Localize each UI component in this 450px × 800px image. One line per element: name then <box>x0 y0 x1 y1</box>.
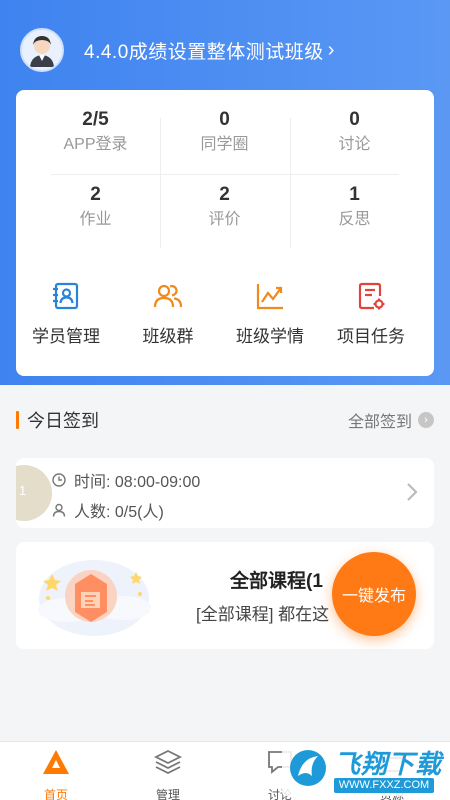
group-icon <box>152 280 184 312</box>
stat-evaluation[interactable]: 2 评价 <box>160 183 289 243</box>
section-title: 今日签到 <box>16 407 99 433</box>
clock-icon <box>52 473 66 487</box>
tab-manage[interactable]: 管理 <box>112 748 224 800</box>
stat-discussion[interactable]: 0 讨论 <box>290 108 419 168</box>
task-settings-icon <box>355 280 387 312</box>
layers-icon <box>153 748 183 776</box>
tab-label: 管理 <box>155 788 180 800</box>
all-signin-label: 全部签到 <box>347 414 412 431</box>
person-icon <box>52 503 66 517</box>
signin-time-row: 时间: 08:00-09:00 <box>52 468 200 492</box>
signin-count-row: 人数: 0/5(人) <box>52 498 164 522</box>
tab-label: 首页 <box>43 788 68 800</box>
watermark-brand: 飞翔下载 <box>334 749 443 779</box>
section-accent-bar <box>16 411 19 429</box>
avatar[interactable] <box>20 28 64 72</box>
badge-number: 1 <box>19 483 27 498</box>
stat-value: 0 <box>349 109 360 130</box>
stat-homework[interactable]: 2 作业 <box>31 183 160 243</box>
stat-reflection[interactable]: 1 反思 <box>290 183 419 243</box>
course-illustration-icon <box>38 560 151 636</box>
chevron-right-icon: › <box>327 38 335 61</box>
section-title-text: 今日签到 <box>27 411 99 431</box>
home-icon <box>42 748 70 776</box>
stat-label: 同学圈 <box>200 136 249 153</box>
divider <box>290 118 291 248</box>
stats-card: 2/5 APP登录 0 同学圈 0 讨论 2 作业 2 评价 1 反思 学员管理… <box>16 90 434 376</box>
course-title: 全部课程(1 <box>230 571 323 592</box>
divider <box>160 118 161 248</box>
stat-value: 2 <box>219 184 230 205</box>
class-title: 4.4.0成绩设置整体测试班级 <box>84 41 324 63</box>
stat-label: 评价 <box>208 211 241 228</box>
quick-project-tasks[interactable]: 项目任务 <box>311 280 431 347</box>
stat-label: APP登录 <box>63 136 128 153</box>
quick-label: 项目任务 <box>337 327 405 346</box>
stat-label: 讨论 <box>338 136 371 153</box>
student-card-icon <box>50 280 82 312</box>
stat-classmates-circle[interactable]: 0 同学圈 <box>160 108 289 168</box>
chart-line-icon <box>254 280 286 312</box>
class-header[interactable]: 4.4.0成绩设置整体测试班级 › <box>20 28 334 72</box>
stat-value: 0 <box>219 109 230 130</box>
signin-count: 人数: 0/5(人) <box>74 504 164 521</box>
stat-value: 1 <box>349 184 360 205</box>
stat-label: 作业 <box>79 211 112 228</box>
watermark-logo-icon <box>290 750 326 786</box>
stat-label: 反思 <box>338 211 371 228</box>
divider <box>51 174 399 175</box>
publish-fab-button[interactable]: 一键发布 <box>332 552 416 636</box>
course-subtitle: [全部课程] 都在这 <box>196 605 330 624</box>
stat-app-login[interactable]: 2/5 APP登录 <box>31 108 160 168</box>
stat-value: 2 <box>90 184 101 205</box>
arrow-circle-icon: › <box>418 412 434 428</box>
watermark-url: WWW.FXXZ.COM <box>334 778 434 793</box>
signin-card[interactable]: 1 时间: 08:00-09:00 人数: 0/5(人) <box>16 458 434 528</box>
signin-section-header: 今日签到 全部签到 › <box>16 405 434 435</box>
signin-time: 时间: 08:00-09:00 <box>74 474 201 491</box>
signin-index-badge: 1 <box>16 465 52 521</box>
all-signin-link[interactable]: 全部签到 › <box>348 408 434 432</box>
chevron-right-icon <box>407 483 418 501</box>
tab-home[interactable]: 首页 <box>0 748 112 800</box>
stat-value: 2/5 <box>82 109 109 130</box>
watermark-overlay: 飞翔下载 WWW.FXXZ.COM <box>282 742 442 796</box>
